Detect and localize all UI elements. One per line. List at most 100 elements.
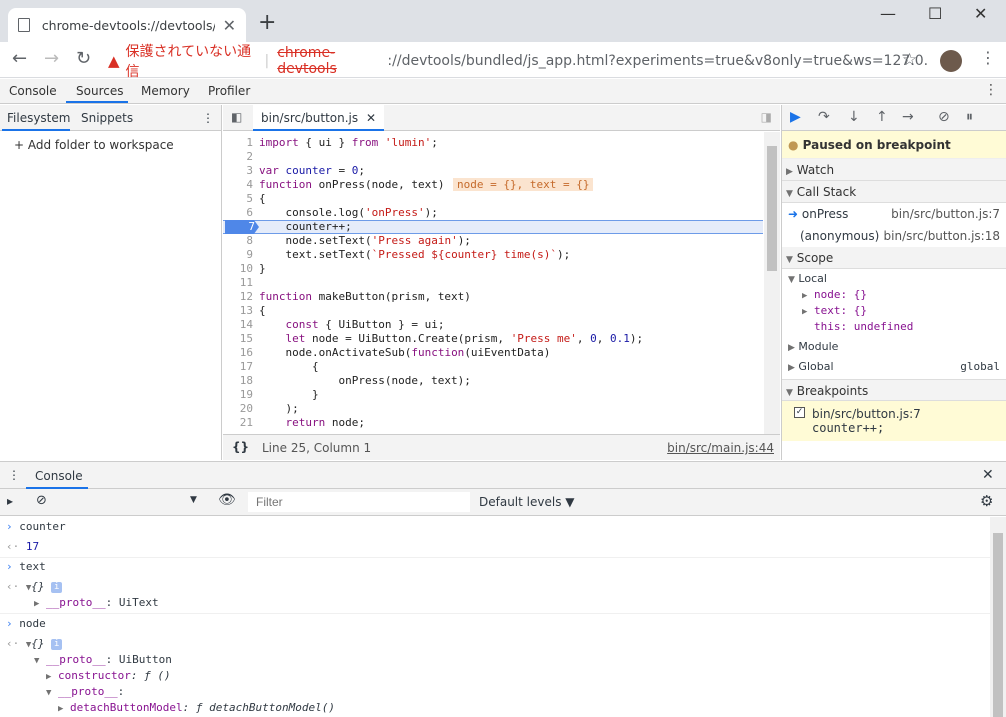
line-number[interactable]: 12 [223, 290, 253, 303]
line-number[interactable]: 10 [223, 262, 253, 275]
pause-exceptions-icon[interactable]: ⏸ [966, 109, 973, 125]
editor-scrollbar[interactable] [764, 132, 780, 434]
source-link[interactable]: bin/src/main.js:44 [667, 441, 774, 455]
clear-console-icon[interactable]: ⊘ [36, 493, 47, 508]
back-arrow-icon[interactable]: ← [12, 48, 27, 69]
tab-console[interactable]: Console [9, 84, 57, 98]
step-out-icon[interactable]: ↑ [876, 109, 888, 125]
reload-icon[interactable]: ↻ [76, 48, 91, 69]
tab-profiler[interactable]: Profiler [208, 84, 250, 98]
forward-arrow-icon[interactable]: → [44, 48, 59, 69]
toggle-navigator-icon[interactable]: ◧ [231, 110, 242, 124]
code-line: { [259, 360, 319, 373]
line-number[interactable]: 21 [223, 416, 253, 429]
new-tab-button[interactable]: + [258, 10, 276, 35]
line-number[interactable]: 15 [223, 332, 253, 345]
line-number[interactable]: 14 [223, 318, 253, 331]
info-badge-icon: i [51, 581, 63, 593]
call-frame-anonymous[interactable]: (anonymous) bin/src/button.js:18 [782, 225, 1006, 247]
scope-module[interactable]: ▶ Module [788, 340, 1000, 356]
profile-avatar[interactable] [940, 50, 962, 72]
scope-var-text[interactable]: ▶ text: {} [788, 304, 1000, 320]
object-property[interactable]: ▶ constructor: ƒ () [46, 669, 171, 682]
console-object[interactable]: ‹· ▼{} i [6, 637, 63, 650]
maximize-button[interactable]: ☐ [928, 4, 942, 23]
line-number[interactable]: 16 [223, 346, 253, 359]
browser-tab[interactable]: chrome-devtools://devtools/bundled/js_ap… [8, 8, 246, 42]
file-tab[interactable]: bin/src/button.js ✕ [253, 105, 385, 131]
section-breakpoints[interactable]: ▼ Breakpoints [782, 379, 1006, 401]
section-watch[interactable]: ▶ Watch [782, 159, 1006, 181]
line-number[interactable]: 3 [223, 164, 253, 177]
editor-scroll-thumb[interactable] [767, 146, 777, 271]
tab-snippets[interactable]: Snippets [81, 111, 133, 125]
browser-toolbar: ← → ↻ ▲ 保護されていない通信 | chrome-devtools ://… [0, 42, 1006, 80]
navigator-menu-icon[interactable]: ⋮ [202, 111, 214, 125]
close-file-icon[interactable]: ✕ [366, 111, 376, 125]
step-into-icon[interactable]: ↓ [848, 109, 860, 125]
deactivate-breakpoints-icon[interactable]: ⊘ [938, 109, 950, 125]
close-drawer-icon[interactable]: ✕ [982, 467, 994, 483]
tab-filesystem[interactable]: Filesystem [7, 111, 70, 125]
close-tab-icon[interactable]: ✕ [223, 16, 236, 35]
drawer-menu-icon[interactable]: ⋮ [8, 468, 20, 482]
console-object[interactable]: ‹· ▼{} i [6, 580, 63, 593]
code-area[interactable]: 1 2 3 4 5 6 7 8 9 10 11 12 13 14 15 16 17 18 19 20 21 import… [223, 132, 763, 434]
line-number[interactable]: 2 [223, 150, 253, 163]
minimize-button[interactable]: — [880, 4, 896, 23]
object-property[interactable]: ▶ __proto__: UiText [34, 596, 159, 609]
call-frame-onpress[interactable]: ➜ onPress bin/src/button.js:7 [782, 203, 1006, 225]
context-dropdown-icon[interactable]: ▼ [190, 495, 197, 505]
line-number[interactable]: 6 [223, 206, 253, 219]
breakpoint-checkbox[interactable]: ✓ [794, 407, 805, 418]
console-settings-gear-icon[interactable]: ⚙ [980, 492, 993, 510]
browser-menu-icon[interactable]: ⋮ [980, 48, 996, 67]
breakpoint-item[interactable]: ✓ bin/src/button.js:7 counter++; [782, 401, 1006, 441]
line-number[interactable]: 9 [223, 248, 253, 261]
object-property[interactable]: ▶ detachButtonModel: ƒ detachButtonModel… [58, 701, 335, 714]
line-number[interactable]: 17 [223, 360, 253, 373]
line-number[interactable]: 18 [223, 374, 253, 387]
line-number[interactable]: 1 [223, 136, 253, 149]
step-icon[interactable]: → [902, 109, 914, 125]
close-window-button[interactable]: ✕ [974, 4, 987, 23]
scope-var-node[interactable]: ▶ node: {} [788, 288, 1000, 304]
scope-global-label: Global [798, 360, 834, 373]
add-folder-button[interactable]: + Add folder to workspace [14, 138, 174, 152]
line-number[interactable]: 13 [223, 304, 253, 317]
console-scroll-thumb[interactable] [993, 533, 1003, 717]
console-messages[interactable]: › counter ‹· 17 › text ‹· ▼{} i ▶ __prot… [0, 517, 990, 717]
log-levels-dropdown[interactable]: Default levels ▼ [479, 495, 575, 509]
sidebar-toggle-icon[interactable]: ▸ [7, 494, 13, 508]
tab-sources[interactable]: Sources [76, 84, 123, 98]
line-number[interactable]: 20 [223, 402, 253, 415]
line-number[interactable]: 11 [223, 276, 253, 289]
line-number[interactable]: 7 [223, 220, 255, 233]
code-line: function makeButton(prism, text) [259, 290, 471, 303]
editor-status-bar: {} Line 25, Column 1 bin/src/main.js:44 [223, 434, 780, 460]
console-scrollbar[interactable] [990, 517, 1006, 717]
object-property[interactable]: ▼ __proto__: UiButton [34, 653, 172, 666]
property-key: detachButtonModel [70, 701, 183, 714]
section-call-stack[interactable]: ▼ Call Stack [782, 181, 1006, 203]
address-bar[interactable]: ▲ 保護されていない通信 | chrome-devtools ://devtoo… [108, 44, 928, 80]
step-over-icon[interactable]: ↷ [818, 109, 830, 125]
plus-icon: + [14, 138, 28, 152]
console-filter-input[interactable] [248, 492, 470, 512]
scope-global[interactable]: ▶ Global global [788, 360, 1000, 376]
scope-local[interactable]: ▼ Local [788, 272, 1000, 288]
bookmark-star-icon[interactable]: ☆ [902, 50, 917, 70]
resume-icon[interactable]: ▶ [790, 109, 801, 125]
pretty-print-button[interactable]: {} [232, 440, 249, 454]
line-number[interactable]: 8 [223, 234, 253, 247]
toggle-debugger-icon[interactable]: ◨ [761, 110, 772, 124]
section-scope[interactable]: ▼ Scope [782, 247, 1006, 269]
line-number[interactable]: 5 [223, 192, 253, 205]
object-property[interactable]: ▼ __proto__: [46, 685, 124, 698]
tab-memory[interactable]: Memory [141, 84, 190, 98]
line-number[interactable]: 4 [223, 178, 253, 191]
line-number[interactable]: 19 [223, 388, 253, 401]
eye-icon[interactable]: 👁 [218, 492, 236, 508]
devtools-menu-icon[interactable]: ⋮ [984, 82, 998, 98]
drawer-tab-console[interactable]: Console [35, 469, 83, 483]
